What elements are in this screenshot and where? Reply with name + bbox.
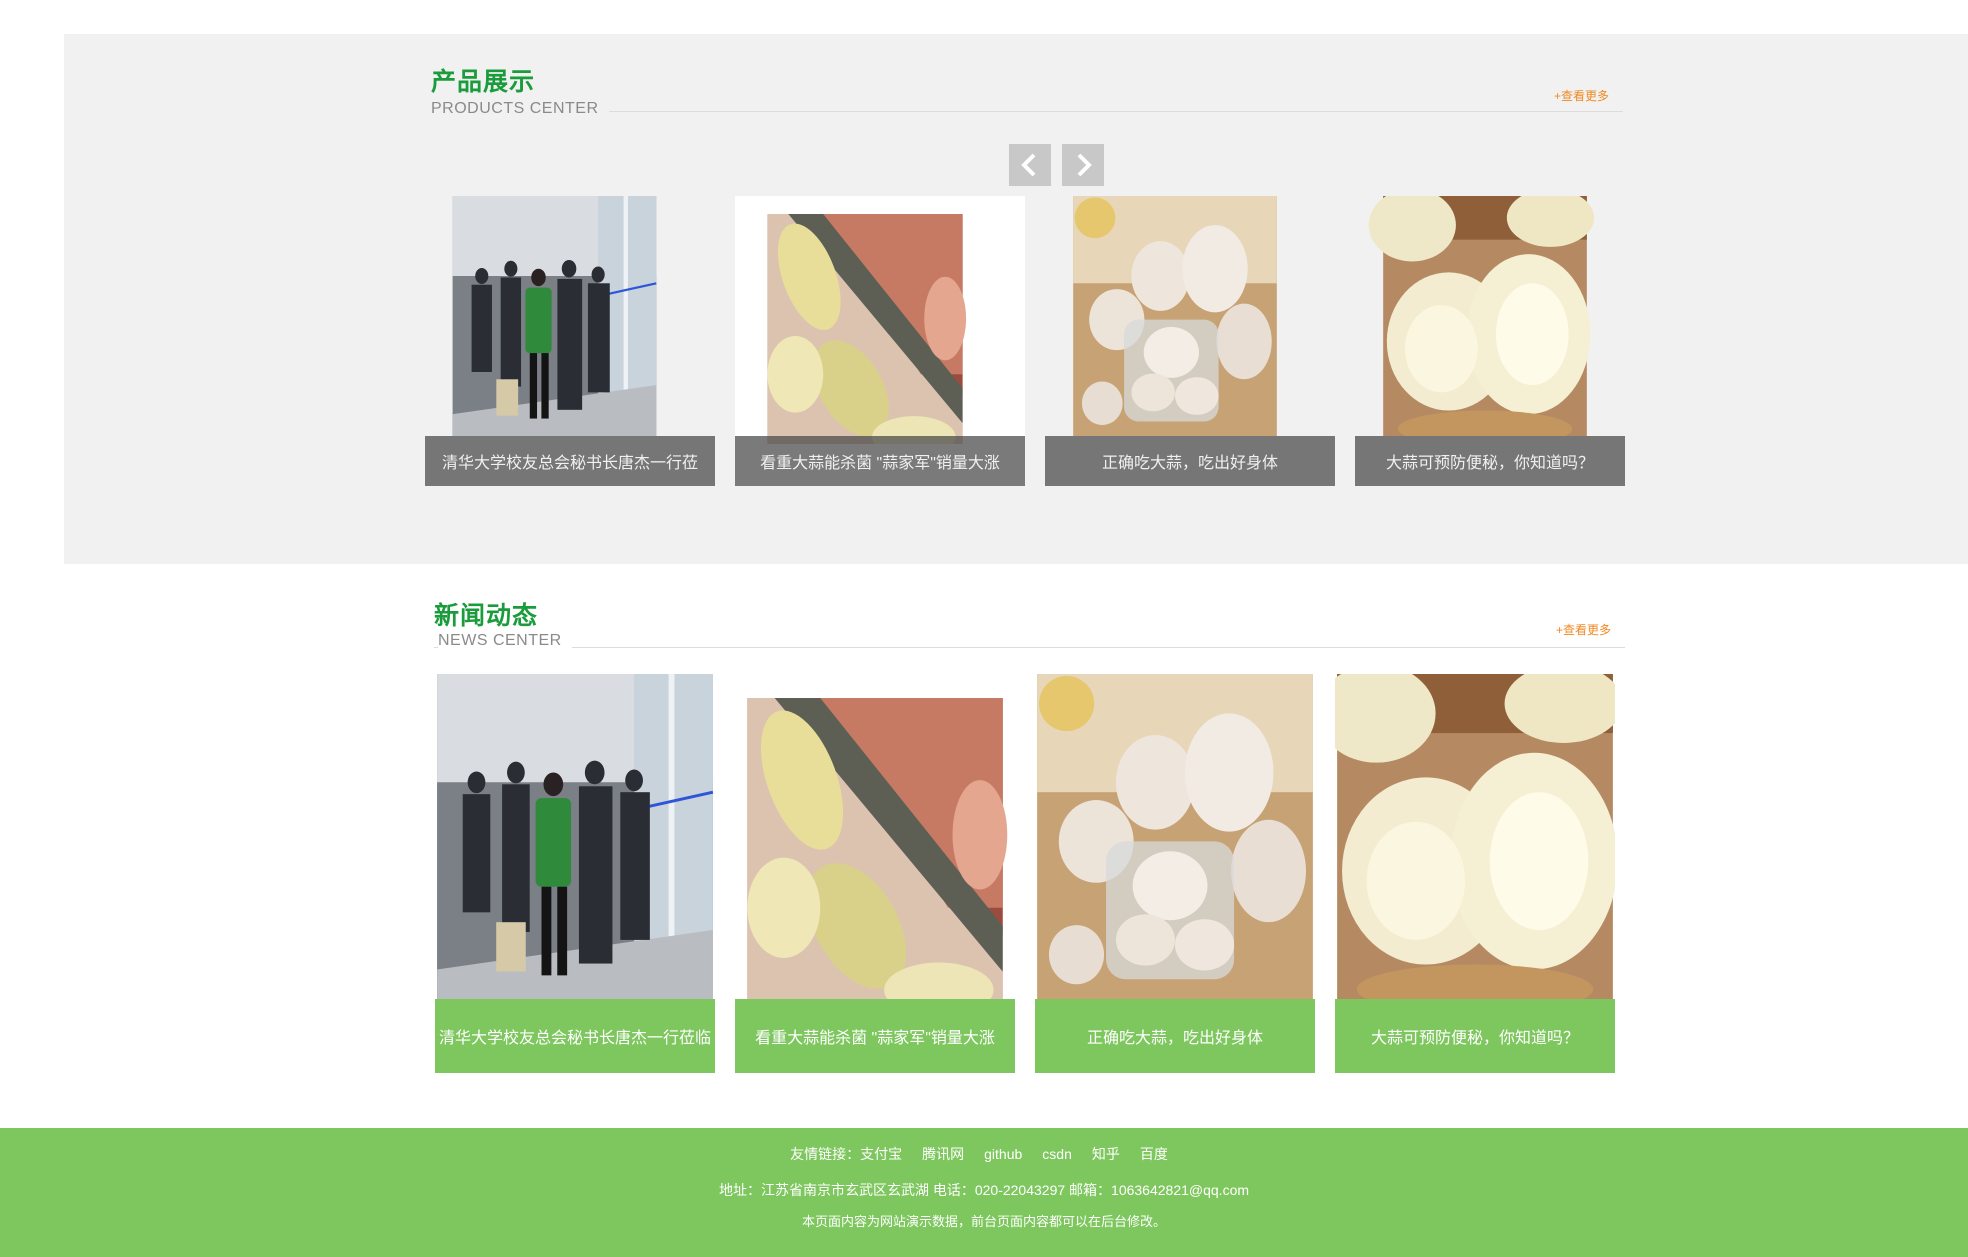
link-github[interactable]: github [984,1146,1022,1162]
news-caption[interactable]: 大蒜可预防便秘，你知道吗？ [1335,999,1615,1073]
chevron-right-icon [1077,153,1092,177]
products-more-link[interactable]: +查看更多 [1554,87,1609,104]
product-image [765,214,967,444]
news-card-image[interactable] [435,674,715,999]
link-alipay[interactable]: 支付宝 [860,1146,902,1162]
news-card-image[interactable] [1335,674,1615,999]
news-caption[interactable]: 清华大学校友总会秘书长唐杰一行莅临 [435,999,715,1073]
news-subtitle: NEWS CENTER [438,632,572,650]
product-image [1073,196,1277,436]
link-tencent[interactable]: 腾讯网 [922,1146,964,1162]
news-image [1335,674,1615,999]
news-image [744,698,1008,999]
news-image [435,674,715,999]
product-caption: 看重大蒜能杀菌 "蒜家军"销量大涨 [735,436,1025,486]
link-baidu[interactable]: 百度 [1140,1146,1168,1162]
news-card-image[interactable] [1035,674,1315,999]
products-title: 产品展示 [431,68,536,96]
link-csdn[interactable]: csdn [1042,1146,1072,1162]
footer: 友情链接：支付宝 腾讯网 github csdn 知乎 百度 地址：江苏省南京市玄武区玄武… [0,1128,1968,1257]
product-image [451,196,658,436]
link-zhihu[interactable]: 知乎 [1092,1146,1120,1162]
news-caption[interactable]: 看重大蒜能杀菌 "蒜家军"销量大涨 [735,999,1015,1073]
friend-links: 友情链接：支付宝 腾讯网 github csdn 知乎 百度 [0,1144,1968,1164]
products-divider [431,111,1623,112]
news-card-image[interactable] [735,674,1015,999]
footer-note: 本页面内容为网站演示数据，前台页面内容都可以在后台修改。 [801,1214,1166,1229]
product-image [1368,196,1595,436]
news-caption[interactable]: 正确吃大蒜，吃出好身体 [1035,999,1315,1073]
news-title: 新闻动态 [434,602,539,630]
news-divider [434,647,1625,648]
prev-button[interactable] [1009,144,1051,186]
product-caption: 清华大学校友总会秘书长唐杰一行莅 [425,436,715,486]
product-caption: 正确吃大蒜，吃出好身体 [1045,436,1335,486]
chevron-left-icon [1021,153,1036,177]
news-more-link[interactable]: +查看更多 [1556,621,1611,638]
news-image [1037,674,1313,999]
next-button[interactable] [1062,144,1104,186]
footer-address: 地址：江苏省南京市玄武区玄武湖 电话：020-22043297 邮箱：10636… [718,1182,1250,1198]
friend-links-label: 友情链接： [790,1146,861,1162]
products-subtitle: PRODUCTS CENTER [431,100,609,118]
product-caption: 大蒜可预防便秘，你知道吗？ [1355,436,1625,486]
